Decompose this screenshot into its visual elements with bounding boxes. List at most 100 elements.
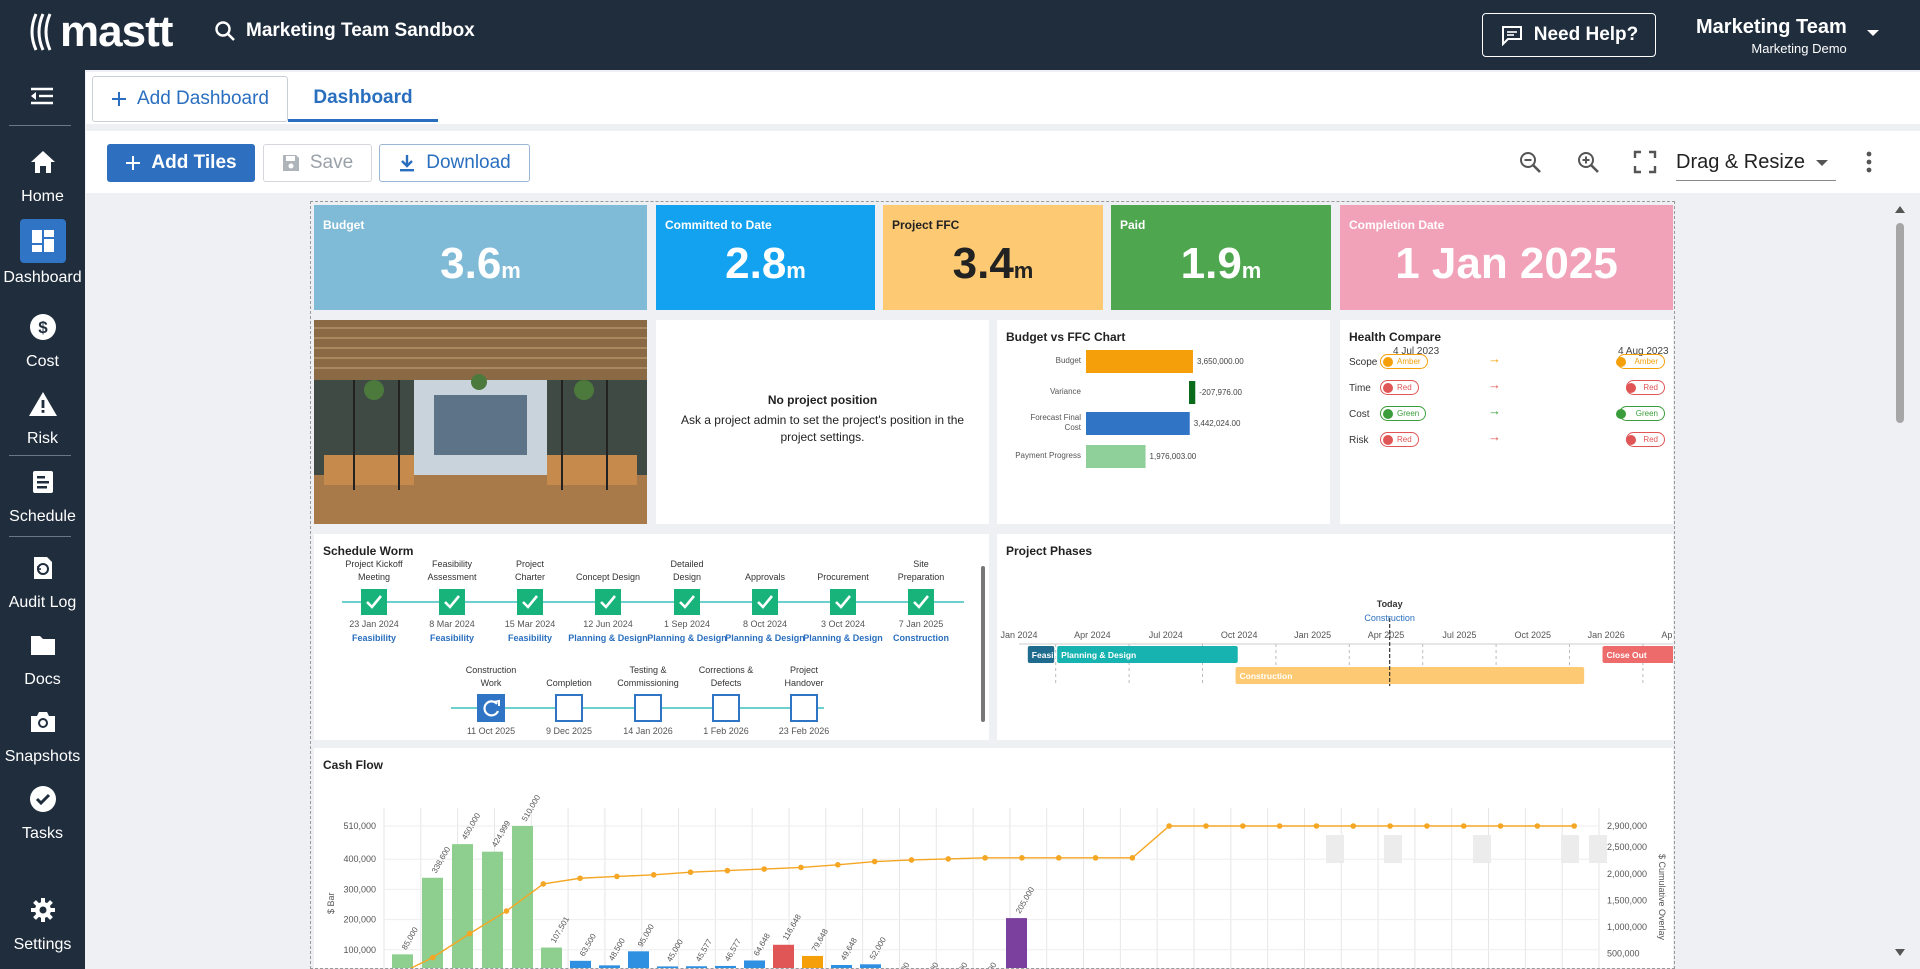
cash-flow-tile[interactable]: Cash Flow 100,000 200,000 300,000 400,000 51… (314, 748, 1673, 969)
kpi-committed-tile[interactable]: Committed to Date 2.8m (656, 205, 875, 310)
zoom-in-icon[interactable] (1576, 150, 1600, 174)
y-left-tick-label: 300,000 (343, 884, 376, 894)
milestone-name: Procurement (817, 572, 869, 582)
tab-dashboard[interactable]: Dashboard (288, 76, 438, 122)
health-compare-tile[interactable]: Health Compare 4 Jul 2023 4 Aug 2023 Sco… (1340, 320, 1673, 524)
menu-collapse-icon[interactable] (29, 85, 55, 107)
milestone-name: Handover (784, 678, 823, 688)
project-photo (314, 320, 647, 524)
add-tiles-button[interactable]: Add Tiles (107, 144, 255, 182)
milestone-done-box (517, 589, 543, 615)
project-search[interactable]: Marketing Team Sandbox (214, 20, 475, 42)
milestone-phase: Feasibility (508, 633, 552, 643)
layout-mode-select[interactable]: Drag & Resize (1676, 145, 1836, 181)
milestone-date: 11 Oct 2025 (467, 726, 515, 736)
sidebar-item-docs[interactable]: Docs (0, 625, 85, 689)
budget-bar (1189, 381, 1196, 404)
sidebar-item-dashboard[interactable]: Dashboard (0, 219, 85, 287)
sidebar-label: Settings (13, 936, 72, 953)
milestone-done-box (361, 589, 387, 615)
milestone-date: 14 Jan 2026 (623, 726, 673, 736)
kpi-value: 2.8m (725, 239, 806, 288)
cashflow-bar (773, 944, 794, 968)
sidebar-item-cost[interactable]: $ Cost (0, 307, 85, 371)
bar-data-label: 200 (984, 960, 999, 969)
budget-bar (1086, 350, 1193, 373)
milestone-name: Design (673, 572, 701, 582)
phase-bar-label: Close Out (1607, 650, 1647, 660)
kpi-ffc-tile[interactable]: Project FFC 3.4m (883, 205, 1103, 310)
axis-tick-label: Oct 2025 (1515, 630, 1552, 640)
cashflow-bar (831, 965, 852, 968)
fullscreen-icon[interactable] (1633, 150, 1657, 174)
status-dot (1383, 357, 1393, 367)
sidebar-item-audit-log[interactable]: Audit Log (0, 548, 85, 612)
sidebar-item-tasks[interactable]: Tasks (0, 779, 85, 843)
milestone-name: Charter (515, 572, 545, 582)
sidebar-item-schedule[interactable]: Schedule (0, 462, 85, 526)
project-image-tile[interactable] (314, 320, 647, 524)
sidebar-label: Risk (26, 430, 59, 447)
cumulative-point (1019, 855, 1025, 861)
sidebar-item-home[interactable]: Home (0, 142, 85, 206)
chevron-down-icon[interactable] (1866, 28, 1880, 38)
milestone-name: Defects (711, 678, 742, 688)
mastt-logo[interactable]: mastt (28, 10, 173, 54)
cumulative-point (1166, 823, 1172, 829)
y-right-tick-label: 2,000,000 (1607, 869, 1647, 879)
chat-icon (1501, 26, 1522, 46)
sidebar-label: Schedule (9, 508, 76, 525)
sidebar-item-risk[interactable]: Risk (0, 384, 85, 448)
worm-svg: Project Kickoff Meeting 23 Jan 2024 Feasibi… (342, 559, 964, 736)
logo-mark-icon (30, 13, 52, 51)
download-button[interactable]: Download (379, 144, 530, 182)
zoom-out-icon[interactable] (1518, 150, 1542, 174)
save-button[interactable]: Save (263, 144, 372, 182)
milestone-date: 1 Feb 2026 (703, 726, 749, 736)
bar-data-label: 338,600 (430, 845, 453, 875)
cumulative-point (908, 857, 915, 863)
add-dashboard-button[interactable]: Add Dashboard (92, 76, 288, 122)
plus-icon (126, 156, 141, 170)
milestone-name: Corrections & (699, 665, 754, 675)
project-position-tile[interactable]: No project position Ask a project admin … (656, 320, 989, 524)
milestone-name: Construction (466, 665, 517, 675)
bar-data-label: 64,648 (752, 931, 772, 957)
project-phases-tile[interactable]: Project Phases Jan 2024 Apr 2024 Jul 2024 O… (997, 534, 1673, 740)
need-help-button[interactable]: Need Help? (1482, 13, 1656, 57)
forecast-bar (1589, 835, 1607, 864)
milestone-done-box (595, 589, 621, 615)
more-vert-icon[interactable] (1865, 150, 1873, 174)
bar-category-label: Cost (1065, 423, 1082, 432)
sidebar-item-settings[interactable]: Settings (0, 890, 85, 954)
milestone-name: Completion (546, 678, 592, 688)
cashflow-bar (392, 954, 413, 968)
cumulative-point (982, 855, 988, 861)
sidebar-label: Snapshots (4, 748, 81, 765)
bar-value-label: -207,976.00 (1199, 388, 1242, 397)
dashboard-canvas: Budget 3.6m Committed to Date 2.8m Proje… (310, 201, 1675, 969)
sidebar-item-snapshots[interactable]: Snapshots (0, 702, 85, 766)
milestone-date: 3 Oct 2024 (821, 619, 865, 629)
scrollbar-thumb (1896, 223, 1904, 423)
milestone-todo-box (712, 694, 740, 722)
budget-bar (1086, 412, 1190, 435)
milestone-phase: Feasibility (430, 633, 474, 643)
kpi-budget-tile[interactable]: Budget 3.6m (314, 205, 647, 310)
milestone-todo-box (555, 694, 583, 722)
kpi-completion-tile[interactable]: Completion Date 1 Jan 2025 (1340, 205, 1673, 310)
milestone-name: Testing & (629, 665, 666, 675)
health-row-label: Cost (1349, 409, 1370, 420)
sidebar-label: Audit Log (8, 594, 77, 611)
milestone-progress-box (477, 694, 505, 722)
milestone-name: Site (913, 559, 929, 569)
page-scrollbar[interactable] (1893, 201, 1907, 961)
budget-vs-ffc-tile[interactable]: Budget vs FFC Chart Budget 3,650,000.00 Va… (997, 320, 1330, 524)
milestone-name: Feasibility (432, 559, 473, 569)
schedule-worm-tile[interactable]: Schedule Worm Project Kickoff Meeting 23 J… (314, 534, 989, 740)
cumulative-point (798, 864, 804, 871)
cumulative-point (1313, 823, 1320, 829)
cumulative-point (1240, 823, 1246, 829)
kpi-paid-tile[interactable]: Paid 1.9m (1111, 205, 1331, 310)
user-menu[interactable]: Marketing Team Marketing Demo (1696, 16, 1847, 56)
